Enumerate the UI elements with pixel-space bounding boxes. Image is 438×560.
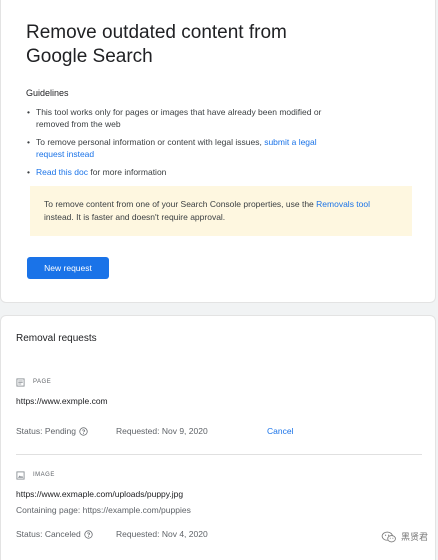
removal-requests-heading: Removal requests bbox=[16, 333, 97, 344]
request-url: https://www.exmple.com bbox=[16, 396, 108, 406]
guideline-text: for more information bbox=[87, 167, 167, 177]
guideline-item-legal-request: • To remove personal information or cont… bbox=[26, 136, 326, 160]
request-divider bbox=[16, 454, 422, 455]
status-text: Status: Canceled bbox=[16, 528, 93, 540]
guidelines-heading: Guidelines bbox=[26, 88, 69, 98]
watermark-text: 黑贤君 bbox=[400, 532, 428, 542]
notice-text: To remove content from one of your Searc… bbox=[44, 199, 317, 209]
request-status-row: Status: Pending Requested: Nov 9, 2020 C… bbox=[16, 425, 396, 437]
image-icon bbox=[16, 470, 25, 480]
bullet-icon: • bbox=[27, 167, 30, 177]
requested-date: Requested: Nov 4, 2020 bbox=[116, 529, 208, 539]
request-status-row: Status: Canceled Requested: Nov 4, 2020 bbox=[16, 528, 396, 540]
cancel-request-button[interactable]: Cancel bbox=[267, 425, 293, 437]
status-label: Status: Canceled bbox=[16, 529, 81, 539]
guideline-text: To remove personal information or conten… bbox=[36, 137, 265, 147]
page-icon bbox=[16, 377, 25, 387]
removal-requests-card: Removal requests PAGE https://www.exmple… bbox=[0, 315, 436, 560]
request-url: https://www.exmaple.com/uploads/puppy.jp… bbox=[16, 489, 184, 499]
removal-request-item: IMAGE https://www.exmaple.com/uploads/pu… bbox=[16, 470, 396, 540]
bullet-icon: • bbox=[27, 137, 30, 147]
guideline-item-read-doc: • Read this doc for more information bbox=[26, 166, 326, 178]
help-circle-icon[interactable] bbox=[84, 529, 93, 539]
containing-page: Containing page: https://example.com/pup… bbox=[16, 505, 191, 515]
guideline-list: • This tool works only for pages or imag… bbox=[26, 106, 326, 184]
bullet-icon: • bbox=[27, 107, 30, 117]
notice-text-end: instead. It is faster and doesn't requir… bbox=[44, 212, 226, 222]
request-type: IMAGE bbox=[16, 470, 396, 480]
guideline-text: This tool works only for pages or images… bbox=[36, 107, 322, 129]
requested-date: Requested: Nov 9, 2020 bbox=[116, 426, 208, 436]
removals-tool-link[interactable]: Removals tool bbox=[316, 199, 370, 209]
new-request-button[interactable]: New request bbox=[27, 257, 109, 279]
status-label: Status: Pending bbox=[16, 426, 77, 436]
request-type-label: PAGE bbox=[33, 379, 52, 385]
page-title: Remove outdated content from Google Sear… bbox=[26, 22, 287, 67]
request-type-label: IMAGE bbox=[33, 472, 55, 478]
removals-tool-notice: To remove content from one of your Searc… bbox=[30, 186, 412, 236]
read-doc-link[interactable]: Read this doc bbox=[36, 167, 88, 177]
remove-content-card: Remove outdated content from Google Sear… bbox=[0, 0, 436, 303]
wechat-watermark: 黑贤君 bbox=[381, 530, 428, 543]
status-text: Status: Pending bbox=[16, 425, 88, 437]
guideline-item-tool-scope: • This tool works only for pages or imag… bbox=[26, 106, 326, 130]
help-circle-icon[interactable] bbox=[79, 426, 88, 436]
request-type: PAGE bbox=[16, 377, 396, 387]
wechat-icon bbox=[381, 531, 396, 542]
removal-request-item: PAGE https://www.exmple.com Status: Pend… bbox=[16, 377, 396, 437]
